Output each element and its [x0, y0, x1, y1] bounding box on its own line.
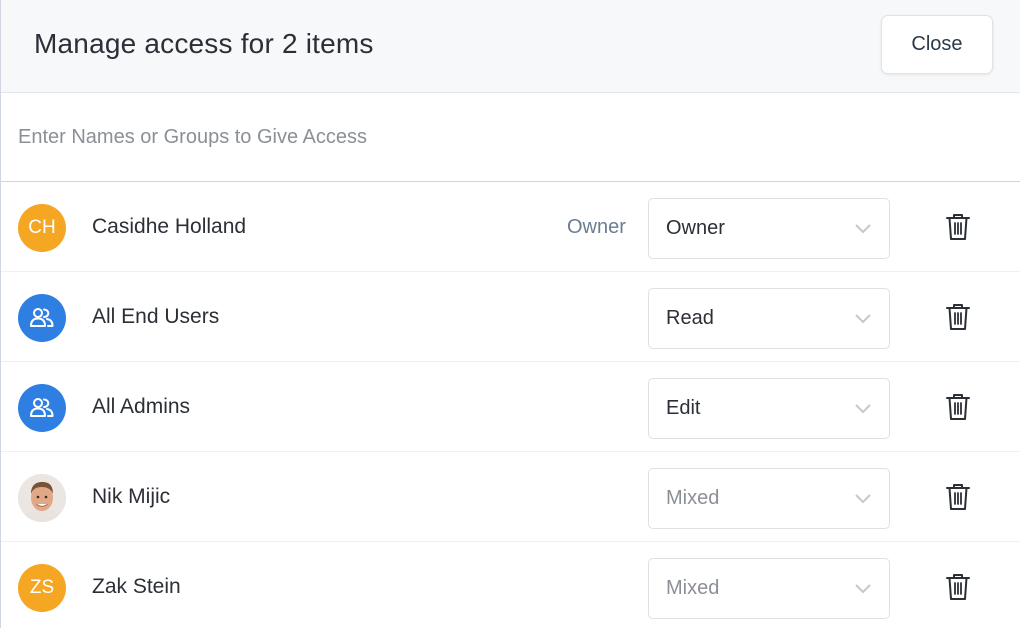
- search-row: [1, 93, 1020, 182]
- user-photo-icon: [18, 474, 66, 522]
- permission-select[interactable]: Mixed: [648, 468, 890, 529]
- avatar: [18, 384, 66, 432]
- trash-icon[interactable]: [945, 392, 971, 422]
- chevron-down-icon: [855, 224, 871, 234]
- permission-value: Edit: [666, 397, 701, 419]
- permission-value: Mixed: [666, 577, 720, 599]
- avatar-initials: CH: [28, 217, 56, 238]
- member-row: ZS Zak Stein Mixed: [1, 542, 1020, 628]
- member-name: Nik Mijic: [92, 485, 171, 508]
- member-name: Zak Stein: [92, 575, 181, 598]
- close-button[interactable]: Close: [881, 15, 993, 74]
- avatar: CH: [18, 204, 66, 252]
- trash-icon[interactable]: [945, 482, 971, 512]
- trash-icon[interactable]: [945, 302, 971, 332]
- chevron-down-icon: [855, 584, 871, 594]
- trash-icon[interactable]: [945, 212, 971, 242]
- permission-value: Owner: [666, 217, 725, 239]
- avatar-initials: ZS: [29, 577, 55, 598]
- permission-value: Read: [666, 307, 714, 329]
- avatar: ZS: [18, 564, 66, 612]
- permission-select[interactable]: Owner: [648, 198, 890, 259]
- group-icon: [30, 308, 54, 327]
- owner-label: Owner: [567, 216, 626, 238]
- chevron-down-icon: [855, 314, 871, 324]
- avatar: [18, 474, 66, 522]
- member-name: All Admins: [92, 395, 191, 418]
- permission-value: Mixed: [666, 487, 720, 509]
- trash-icon[interactable]: [945, 572, 971, 602]
- dialog-title: Manage access for 2 items: [34, 28, 374, 59]
- member-row: All Admins Edit: [1, 362, 1020, 452]
- permission-select[interactable]: Read: [648, 288, 890, 349]
- chevron-down-icon: [855, 494, 871, 504]
- member-name: Casidhe Holland: [92, 215, 247, 238]
- search-input[interactable]: [18, 115, 978, 159]
- group-icon: [30, 398, 54, 417]
- chevron-down-icon: [855, 404, 871, 414]
- manage-access-dialog: Manage access for 2 items Close CH Casid…: [0, 0, 1020, 628]
- permission-select[interactable]: Edit: [648, 378, 890, 439]
- member-name: All End Users: [92, 305, 220, 328]
- permission-select[interactable]: Mixed: [648, 558, 890, 619]
- member-row: All End Users Read: [1, 272, 1020, 362]
- dialog-header: Manage access for 2 items Close: [1, 0, 1020, 93]
- member-row: CH Casidhe Holland Owner Owner: [1, 182, 1020, 272]
- avatar: [18, 294, 66, 342]
- member-row: Nik Mijic Mixed: [1, 452, 1020, 542]
